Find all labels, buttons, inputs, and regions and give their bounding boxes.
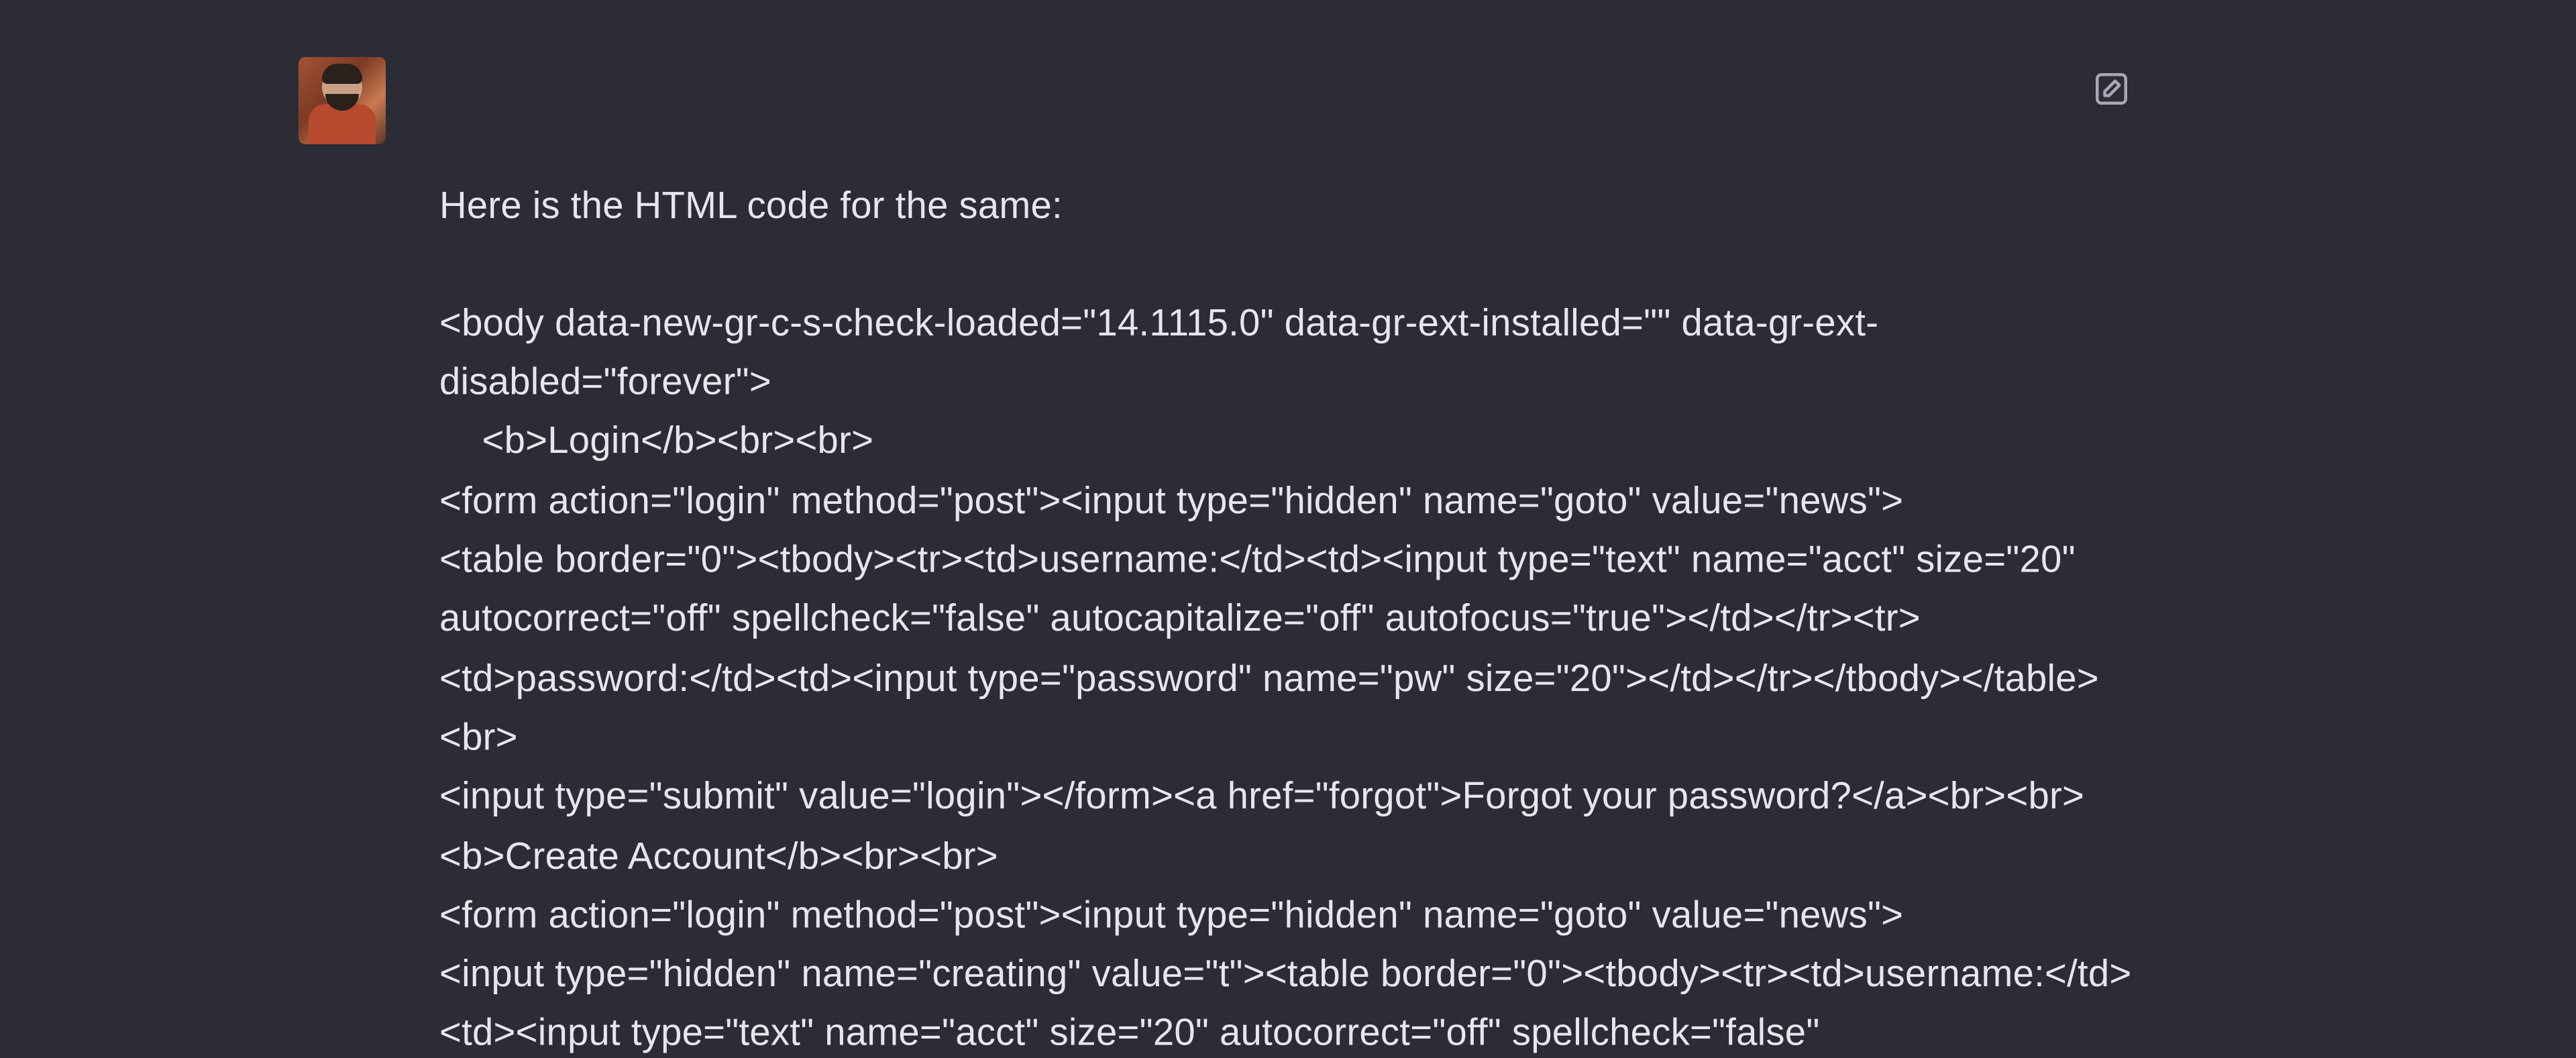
edit-icon: [2092, 68, 2132, 117]
message-code: <body data-new-gr-c-s-check-loaded="14.1…: [439, 302, 2132, 1058]
message-body: Here is the HTML code for the same: <body…: [439, 57, 2143, 1058]
edit-message-button[interactable]: [2086, 67, 2137, 117]
message-intro: Here is the HTML code for the same:: [439, 175, 2143, 234]
user-message: Here is the HTML code for the same: <body…: [299, 57, 2143, 1058]
avatar: [299, 57, 386, 144]
